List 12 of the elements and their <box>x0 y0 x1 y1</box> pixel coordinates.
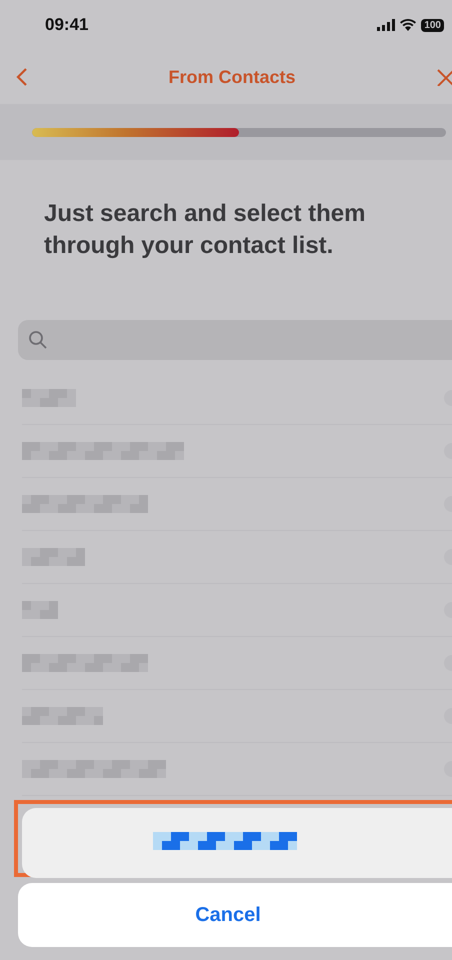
battery-level: 100 <box>421 18 444 32</box>
close-button[interactable] <box>436 68 452 86</box>
pixelated-name <box>22 548 86 566</box>
back-button[interactable] <box>16 67 28 87</box>
signal-icon <box>377 19 396 31</box>
wifi-icon <box>400 19 416 31</box>
screen-title: From Contacts <box>168 66 296 88</box>
status-time: 09:41 <box>45 15 88 35</box>
search-icon <box>28 330 48 350</box>
cancel-button[interactable]: Cancel <box>18 883 452 947</box>
instruction-heading: Just search and select them through your contact list. <box>44 199 366 261</box>
search-field[interactable] <box>18 320 452 360</box>
